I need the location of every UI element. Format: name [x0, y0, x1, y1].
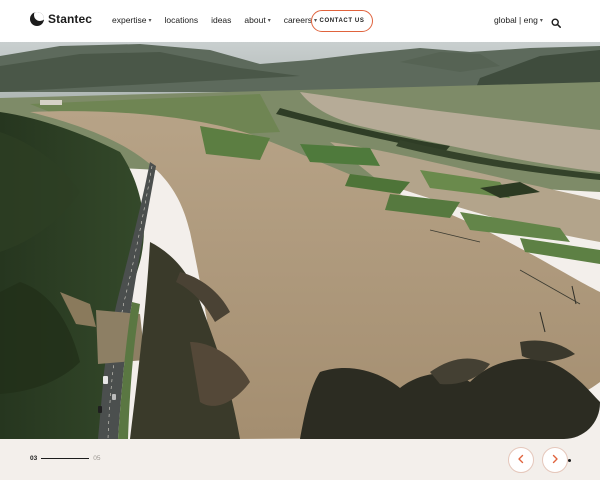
total-slides-number: 05: [93, 455, 101, 462]
nav-item-label: expertise: [112, 15, 147, 25]
nav-item-label: careers: [283, 15, 313, 25]
nav-item-label: ideas: [211, 15, 232, 25]
chevron-right-icon: [550, 451, 560, 469]
chevron-down-icon: ▾: [148, 17, 152, 24]
stantec-logo-icon: [30, 12, 44, 26]
search-icon[interactable]: [551, 15, 561, 28]
nav-item-locations[interactable]: locations: [165, 15, 199, 25]
slide-pager: 03 05: [30, 455, 100, 462]
brand-logo[interactable]: Stantec: [30, 12, 92, 26]
brand-name: Stantec: [48, 12, 93, 26]
contact-us-button[interactable]: CONTACT US: [311, 10, 373, 32]
nav-item-ideas[interactable]: ideas: [211, 15, 231, 25]
nav-item-label: about: [244, 15, 266, 25]
language-selector[interactable]: global | eng ▾: [494, 15, 543, 25]
next-slide-button[interactable]: [542, 447, 568, 473]
main-nav: expertise ▾ locations ideas about ▾ care…: [112, 15, 330, 25]
pager-progress-line: [41, 458, 90, 459]
chevron-left-icon: [516, 451, 526, 469]
nav-item-expertise[interactable]: expertise ▾: [112, 15, 152, 25]
chevron-down-icon: ▾: [539, 17, 543, 24]
chevron-down-icon: ▾: [267, 17, 271, 24]
flooded-valley-aerial-photo: [0, 42, 600, 439]
carousel-dot: [568, 459, 571, 462]
site-header: Stantec expertise ▾ locations ideas abou…: [0, 0, 600, 42]
nav-item-about[interactable]: about ▾: [244, 15, 270, 25]
language-label: global | eng: [494, 15, 538, 25]
carousel-controls: 03 05: [0, 439, 600, 480]
previous-slide-button[interactable]: [508, 447, 534, 473]
current-slide-number: 03: [30, 455, 38, 462]
hero-image: [0, 42, 600, 439]
nav-item-label: locations: [164, 15, 199, 25]
